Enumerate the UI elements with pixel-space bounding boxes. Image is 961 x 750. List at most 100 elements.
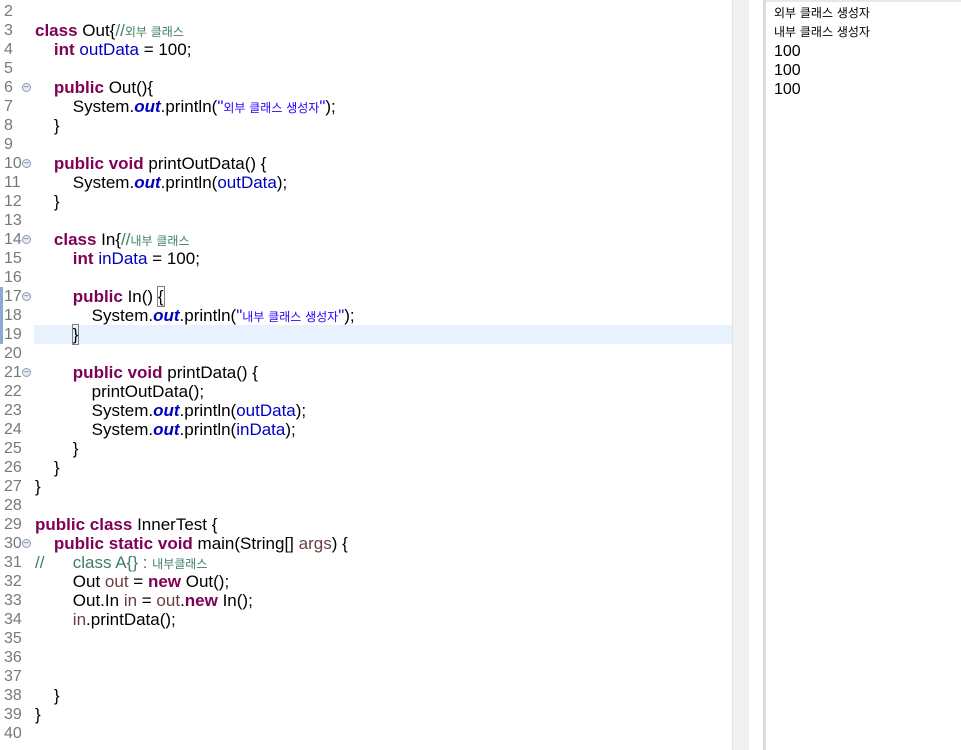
code-token: ); (295, 401, 307, 420)
code-token: void (127, 363, 163, 382)
code-token: = (128, 572, 148, 591)
code-line[interactable]: 34 in.printData(); (0, 610, 732, 629)
fold-collapse-icon[interactable]: − (22, 292, 31, 301)
code-token: ); (276, 173, 288, 192)
console-toolbar-edge (766, 0, 961, 2)
fold-collapse-icon[interactable]: − (22, 83, 31, 92)
code-line[interactable]: 36 (0, 648, 732, 667)
code-token: System. (35, 401, 154, 420)
code-line[interactable]: 11 System.out.println(outData); (0, 173, 732, 192)
console-line: 외부 클래스 생성자 (774, 6, 870, 20)
code-line[interactable]: 21− public void printData() { (0, 363, 732, 382)
line-number: 5 (4, 60, 13, 77)
line-number: 29 (4, 516, 22, 533)
code-line[interactable]: 10− public void printOutData() { (0, 154, 732, 173)
code-line[interactable]: 6− public Out(){ (0, 78, 732, 97)
line-number: 18 (4, 307, 22, 324)
code-token: class (53, 230, 97, 249)
line-number: 19 (4, 326, 22, 343)
code-line[interactable]: 3 class Out{//외부 클래스 (0, 21, 732, 40)
code-line[interactable]: 15 int inData = 100; (0, 249, 732, 268)
code-line[interactable]: 33 Out.In in = out.new In(); (0, 591, 732, 610)
code-token: new (184, 591, 218, 610)
code-editor[interactable]: 2 3 class Out{//외부 클래스 4 int outData = 100;… (0, 0, 732, 750)
editor-console-sash[interactable] (749, 0, 764, 750)
code-text: Out out = new Out(); (35, 572, 229, 591)
fold-collapse-icon[interactable]: − (22, 539, 31, 548)
code-line[interactable]: 7 System.out.println("외부 클래스 생성자"); (0, 97, 732, 116)
code-text: System.out.println("외부 클래스 생성자"); (35, 97, 336, 118)
code-line[interactable]: 26 } (0, 458, 732, 477)
code-token: public (53, 534, 104, 553)
console-output-panel[interactable]: 외부 클래스 생성자 내부 클래스 생성자 100 100 100 (766, 0, 961, 750)
line-number: 10 (4, 155, 22, 172)
code-line[interactable]: 31 // class A{} : 내부클래스 (0, 553, 732, 572)
code-token: Out{ (77, 21, 116, 40)
code-line[interactable]: 16 (0, 268, 732, 287)
code-text: } (35, 458, 60, 477)
code-token: outData (217, 173, 277, 192)
code-text: } (35, 116, 60, 135)
code-line[interactable]: 28 (0, 496, 732, 515)
code-token: main(String[] (192, 534, 299, 553)
code-line[interactable]: 5 (0, 59, 732, 78)
code-text: } (35, 439, 79, 458)
code-line[interactable]: 38 } (0, 686, 732, 705)
line-number: 9 (4, 136, 13, 153)
console-line: 100 (774, 43, 801, 60)
line-number: 34 (4, 611, 22, 628)
code-token: } (35, 458, 60, 477)
line-number: 2 (4, 3, 13, 20)
code-token: // (115, 21, 125, 40)
code-line[interactable]: 27} (0, 477, 732, 496)
code-line[interactable]: 23 System.out.println(outData); (0, 401, 732, 420)
code-text: } (35, 705, 41, 724)
code-token: out (153, 401, 180, 420)
code-line[interactable]: 30− public static void main(String[] arg… (0, 534, 732, 553)
code-line[interactable]: 12 } (0, 192, 732, 211)
code-line[interactable]: 35 (0, 629, 732, 648)
code-line[interactable]: 25 } (0, 439, 732, 458)
code-text: public class InnerTest { (35, 515, 217, 534)
code-line[interactable]: 2 (0, 2, 732, 21)
code-token: in (123, 591, 138, 610)
code-line[interactable]: 8 } (0, 116, 732, 135)
fold-collapse-icon[interactable]: − (22, 235, 31, 244)
code-token: printOutData() { (143, 154, 267, 173)
code-line[interactable]: 37 (0, 667, 732, 686)
line-number: 3 (4, 22, 13, 39)
code-line[interactable]: 39} (0, 705, 732, 724)
fold-collapse-icon[interactable]: − (22, 159, 31, 168)
code-token: .println( (179, 401, 237, 420)
code-line[interactable]: 24 System.out.println(inData); (0, 420, 732, 439)
code-text: } (35, 477, 41, 496)
code-line[interactable]: 29 public class InnerTest { (0, 515, 732, 534)
code-token: ); (325, 97, 336, 116)
code-line[interactable]: 14− class In{//내부 클래스 (0, 230, 732, 249)
code-token: public (53, 154, 104, 173)
line-number: 31 (4, 554, 22, 571)
code-token: inData (236, 420, 286, 439)
line-number: 37 (4, 668, 22, 685)
code-line[interactable]: 17− public In() { (0, 286, 732, 307)
console-line: 100 (774, 81, 801, 98)
code-token: printData() { (162, 363, 258, 382)
line-number: 35 (4, 630, 22, 647)
code-line[interactable]: 20 (0, 344, 732, 363)
code-line[interactable]: 18 System.out.println("내부 클래스 생성자"); (0, 306, 732, 325)
fold-collapse-icon[interactable]: − (22, 368, 31, 377)
line-number: 13 (4, 212, 22, 229)
code-line[interactable]: 40 (0, 724, 732, 743)
code-line[interactable]: 32 Out out = new Out(); (0, 572, 732, 591)
code-line[interactable]: 9 (0, 135, 732, 154)
code-line[interactable]: 22 printOutData(); (0, 382, 732, 401)
code-token: Out(){ (103, 78, 154, 97)
code-token: in (72, 610, 87, 629)
editor-vertical-scrollbar[interactable] (732, 0, 749, 750)
code-line[interactable]: 13 (0, 211, 732, 230)
code-line[interactable]: 4 int outData = 100; (0, 40, 732, 59)
code-token: .println( (160, 97, 218, 116)
code-text: System.out.println(outData); (35, 173, 287, 192)
code-line[interactable]: 19 } (0, 324, 732, 345)
